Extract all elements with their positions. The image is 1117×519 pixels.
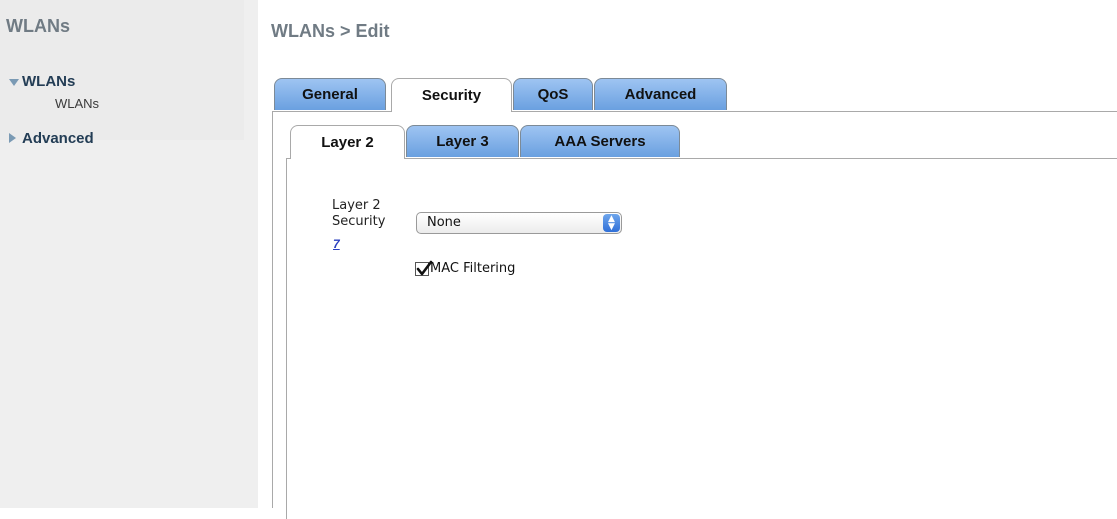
select-updown-icon: ▲ ▼: [603, 214, 620, 232]
tab-bar: General Security QoS Advanced: [272, 78, 1117, 112]
select-value: None: [427, 215, 461, 230]
subtab-aaa-servers[interactable]: AAA Servers: [520, 125, 680, 157]
layer2-security-select[interactable]: None ▲ ▼: [416, 212, 622, 234]
sidebar-group-label: WLANs: [22, 73, 76, 90]
layer2-security-label: Layer 2 Security: [332, 198, 386, 229]
sidebar-group-label: Advanced: [22, 130, 94, 147]
subtab-layer2[interactable]: Layer 2: [290, 125, 405, 159]
tab-qos[interactable]: QoS: [513, 78, 593, 110]
sidebar-group-wlans[interactable]: WLANs: [9, 73, 76, 90]
tab-advanced[interactable]: Advanced: [594, 78, 727, 110]
help-link[interactable]: 7: [333, 237, 340, 251]
sidebar-title: WLANs: [6, 16, 70, 36]
layer2-panel: [286, 159, 1117, 519]
expanded-arrow-icon: [9, 79, 19, 86]
collapsed-arrow-icon: [9, 133, 16, 143]
sidebar-item-wlans[interactable]: WLANs: [55, 96, 99, 111]
sidebar-group-advanced[interactable]: Advanced: [9, 130, 94, 147]
tab-general[interactable]: General: [274, 78, 386, 110]
subtab-bar: Layer 2 Layer 3 AAA Servers: [286, 125, 1117, 159]
page-title: WLANs > Edit: [271, 21, 390, 41]
mac-filtering-checkbox[interactable]: [415, 260, 433, 276]
subtab-layer3[interactable]: Layer 3: [406, 125, 519, 157]
mac-filtering-label[interactable]: MAC Filtering: [430, 261, 515, 276]
tab-security[interactable]: Security: [391, 78, 512, 112]
sidebar: WLANs WLANs WLANs Advanced: [0, 0, 258, 508]
security-panel: Layer 2 Layer 3 AAA Servers: [272, 112, 1117, 519]
